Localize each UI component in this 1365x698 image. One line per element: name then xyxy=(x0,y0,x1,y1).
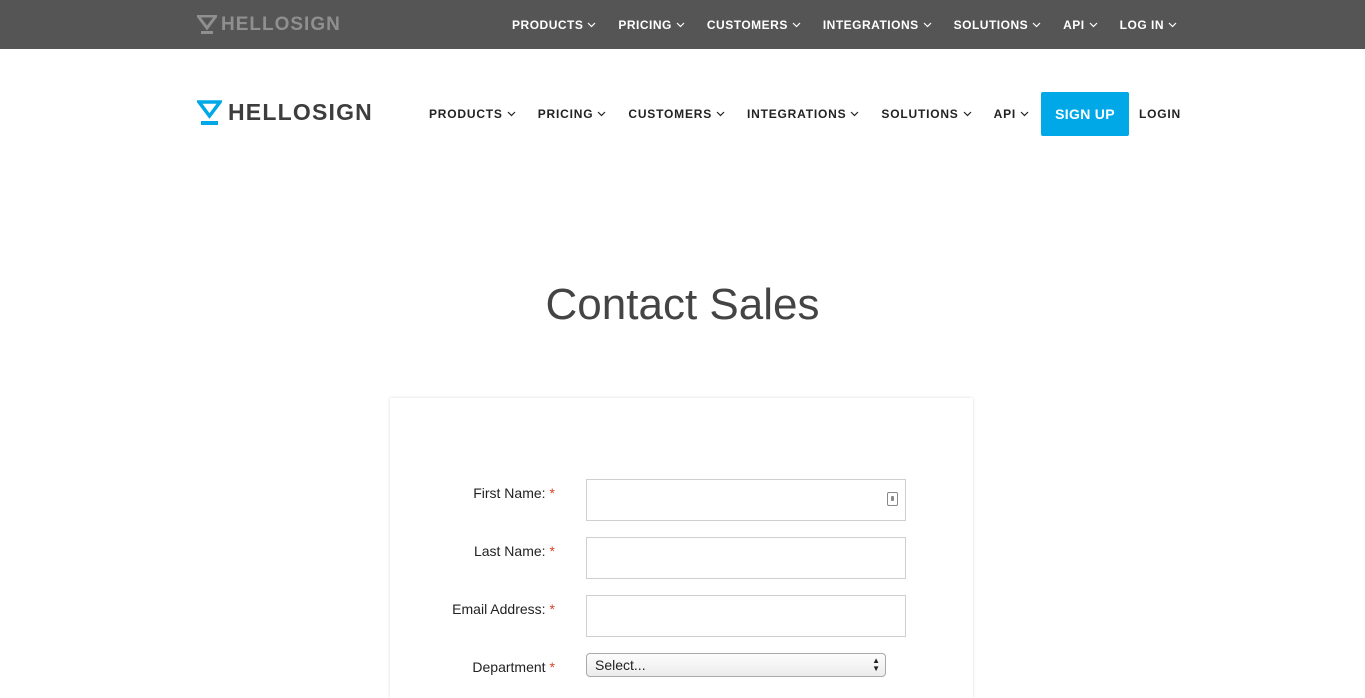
email-label: Email Address: * xyxy=(452,601,555,617)
chevron-down-icon xyxy=(850,111,859,117)
header-logo[interactable]: HELLOSIGN xyxy=(197,99,373,126)
first-name-field[interactable] xyxy=(586,479,906,521)
label-text: First Name: xyxy=(473,485,546,501)
chevron-down-icon xyxy=(1032,22,1041,27)
email-field[interactable] xyxy=(586,595,906,637)
required-marker: * xyxy=(549,543,555,559)
nav-label: LOG IN xyxy=(1119,17,1164,32)
last-name-field[interactable] xyxy=(586,537,906,579)
hellosign-logo-icon xyxy=(197,99,222,125)
label-text: Email Address: xyxy=(452,601,546,617)
header-nav-customers[interactable]: CUSTOMERS xyxy=(628,107,725,121)
topbar-nav: PRODUCTS PRICING CUSTOMERS INTEGRATIONS … xyxy=(490,0,1177,49)
first-name-label: First Name: * xyxy=(473,485,555,501)
required-marker: * xyxy=(549,659,555,675)
main-header: HELLOSIGN PRODUCTS PRICING CUSTOMERS INT… xyxy=(0,49,1365,179)
header-nav-integrations[interactable]: INTEGRATIONS xyxy=(747,107,859,121)
header-nav-products[interactable]: PRODUCTS xyxy=(429,107,516,121)
select-arrows-icon: ▲ ▼ xyxy=(872,656,880,673)
sticky-top-bar: HELLOSIGN PRODUCTS PRICING CUSTOMERS INT… xyxy=(0,0,1365,49)
chevron-down-icon xyxy=(1089,22,1098,27)
nav-label: CUSTOMERS xyxy=(706,17,788,32)
topbar-nav-products[interactable]: PRODUCTS xyxy=(512,18,596,32)
topbar-nav-pricing[interactable]: PRICING xyxy=(618,18,685,32)
chevron-down-icon xyxy=(676,22,685,27)
last-name-label: Last Name: * xyxy=(474,543,555,559)
sign-up-button[interactable]: SIGN UP xyxy=(1041,92,1130,136)
department-selected-value: Select... xyxy=(595,657,646,673)
topbar-nav-integrations[interactable]: INTEGRATIONS xyxy=(823,18,932,32)
nav-label: PRICING xyxy=(537,107,594,121)
nav-label: PRODUCTS xyxy=(429,107,503,121)
topbar-nav-login[interactable]: LOG IN xyxy=(1120,18,1177,32)
hellosign-logo-icon xyxy=(197,15,217,34)
nav-label: PRICING xyxy=(618,17,672,32)
chevron-down-icon xyxy=(597,111,606,117)
chevron-down-icon xyxy=(1168,22,1177,27)
nav-label: INTEGRATIONS xyxy=(747,107,847,121)
header-nav-solutions[interactable]: SOLUTIONS xyxy=(881,107,972,121)
chevron-down-icon xyxy=(587,22,596,27)
header-nav-api[interactable]: API xyxy=(994,107,1029,121)
page-title: Contact Sales xyxy=(545,280,820,329)
nav-label: API xyxy=(993,107,1017,121)
login-link[interactable]: LOGIN xyxy=(1139,107,1181,121)
topbar-nav-api[interactable]: API xyxy=(1063,18,1098,32)
nav-label: SOLUTIONS xyxy=(953,17,1029,32)
nav-label: SOLUTIONS xyxy=(881,107,959,121)
topbar-logo[interactable]: HELLOSIGN xyxy=(197,14,341,36)
department-label: Department * xyxy=(472,659,555,675)
header-logo-text: HELLOSIGN xyxy=(228,99,373,125)
required-marker: * xyxy=(549,601,555,617)
nav-label: CUSTOMERS xyxy=(628,107,713,121)
contact-form-card: First Name: * Last Name: * Email Address: *… xyxy=(390,398,973,698)
nav-label: PRODUCTS xyxy=(512,17,584,32)
label-text: Last Name: xyxy=(473,543,546,559)
chevron-down-icon xyxy=(1020,111,1029,117)
chevron-down-icon xyxy=(716,111,725,117)
chevron-down-icon xyxy=(507,111,516,117)
label-text: Department xyxy=(472,659,546,675)
required-marker: * xyxy=(549,485,555,501)
nav-label: API xyxy=(1063,17,1085,32)
topbar-nav-solutions[interactable]: SOLUTIONS xyxy=(954,18,1042,32)
department-select[interactable]: Select... ▲ ▼ xyxy=(586,653,886,677)
header-nav-pricing[interactable]: PRICING xyxy=(538,107,607,121)
header-nav: PRODUCTS PRICING CUSTOMERS INTEGRATIONS … xyxy=(429,92,1181,136)
nav-label: INTEGRATIONS xyxy=(822,17,919,32)
chevron-down-icon xyxy=(923,22,932,27)
chevron-down-icon xyxy=(792,22,801,27)
contact-card-icon[interactable] xyxy=(887,492,898,506)
topbar-nav-customers[interactable]: CUSTOMERS xyxy=(707,18,801,32)
chevron-down-icon xyxy=(963,111,972,117)
topbar-logo-text: HELLOSIGN xyxy=(221,14,341,35)
